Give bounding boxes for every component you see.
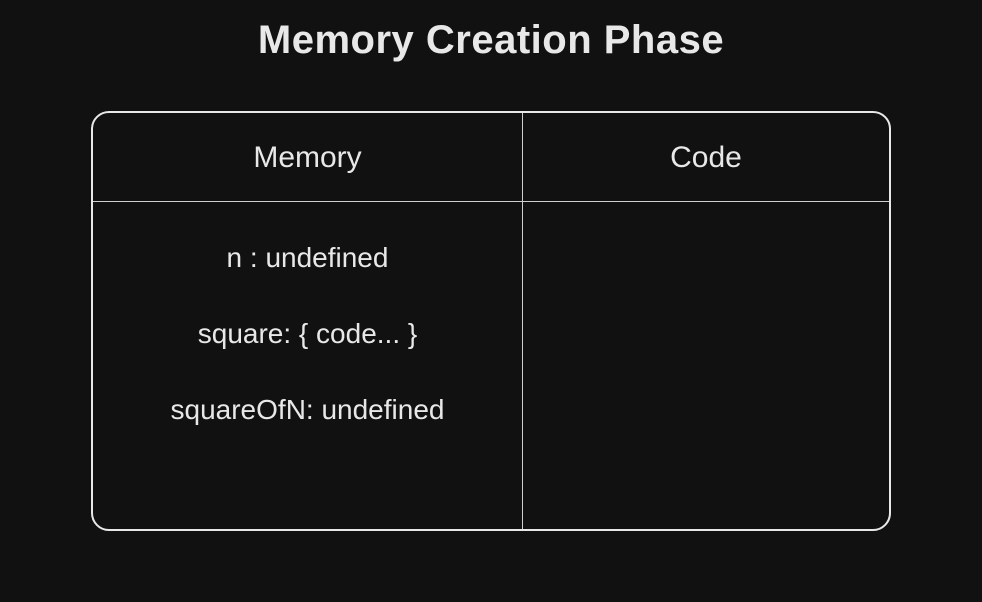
memory-header: Memory [93, 113, 522, 202]
memory-entry: square: { code... } [117, 318, 498, 350]
code-body [523, 202, 889, 529]
code-header: Code [523, 113, 889, 202]
memory-entry: n : undefined [117, 242, 498, 274]
memory-entry: squareOfN: undefined [117, 394, 498, 426]
page-title: Memory Creation Phase [258, 18, 724, 63]
code-column: Code [523, 113, 889, 529]
memory-body: n : undefined square: { code... } square… [93, 202, 522, 529]
execution-context-diagram: Memory n : undefined square: { code... }… [91, 111, 891, 531]
memory-column: Memory n : undefined square: { code... }… [93, 113, 523, 529]
